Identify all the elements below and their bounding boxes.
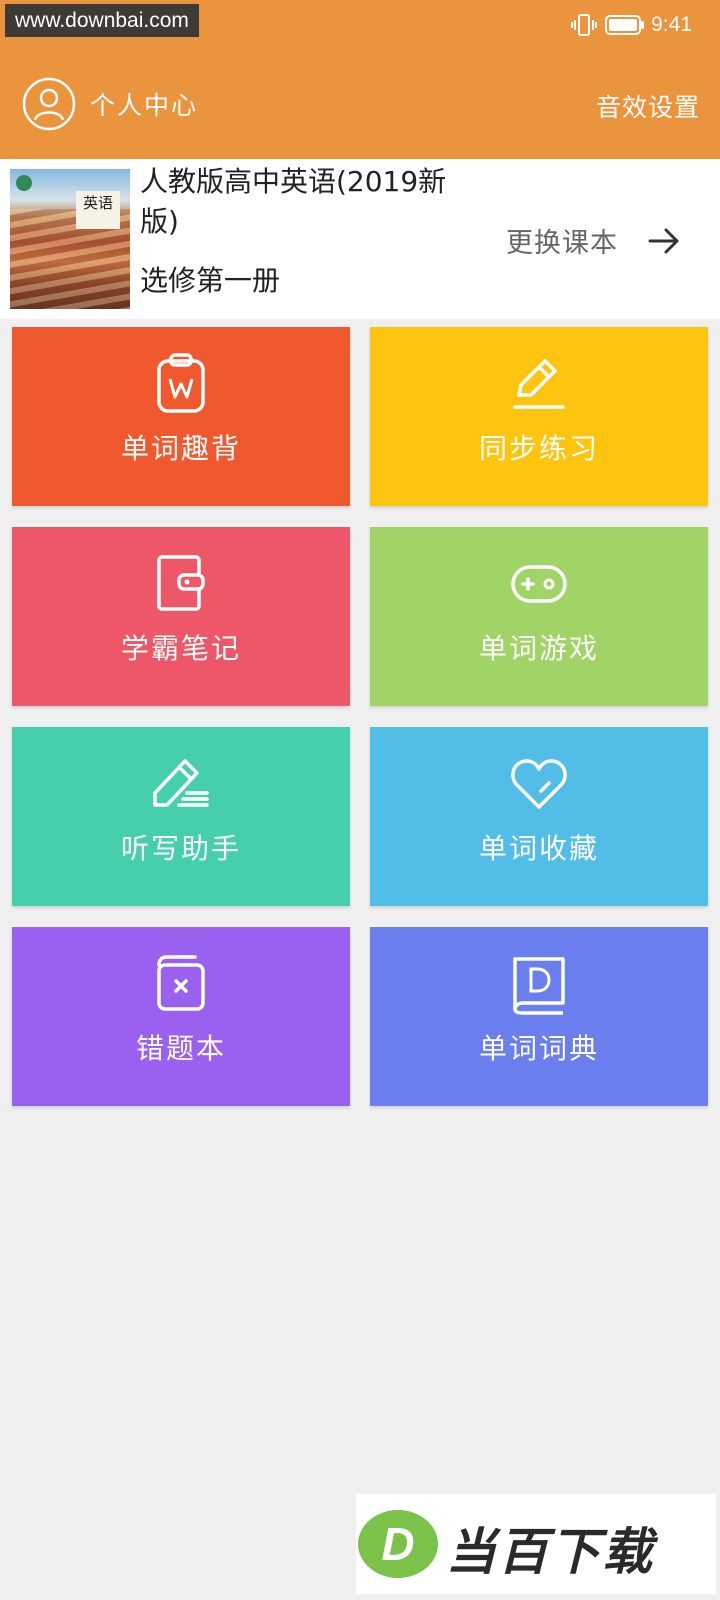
heart-icon	[511, 759, 567, 809]
dictionary-icon	[513, 957, 565, 1015]
tile-label: 单词收藏	[478, 832, 599, 865]
downbai-watermark: D 当百下载	[356, 1494, 716, 1594]
publisher-badge-icon	[16, 175, 32, 191]
tile-word-dictionary[interactable]: 单词词典	[370, 927, 708, 1106]
tile-word-favorites[interactable]: 单词收藏	[370, 727, 708, 906]
tile-mistake-book[interactable]: 错题本	[12, 927, 350, 1106]
clipboard-w-icon	[157, 353, 205, 413]
book-volume: 选修第一册	[140, 264, 281, 297]
tile-label: 单词趣背	[120, 432, 241, 465]
app-header: www.downbai.com 9:41 个人中心 音效设置	[0, 0, 720, 159]
watermark-text: 当百下载	[446, 1523, 654, 1581]
downbai-logo: D	[358, 1510, 438, 1578]
tile-label: 错题本	[135, 1032, 226, 1065]
tile-word-memorize[interactable]: 单词趣背	[12, 327, 350, 506]
tile-label: 单词词典	[478, 1032, 599, 1065]
logo-letter: D	[381, 1518, 414, 1570]
tile-label: 学霸笔记	[120, 632, 241, 665]
tile-dictation-helper[interactable]: 听写助手	[12, 727, 350, 906]
clock-time: 9:41	[651, 13, 692, 36]
tile-label: 单词游戏	[478, 632, 599, 665]
vibrate-icon	[571, 14, 598, 36]
gamepad-icon	[511, 565, 567, 603]
battery-icon	[605, 15, 645, 35]
arrow-right-icon	[648, 228, 679, 253]
cover-title: 英语	[76, 191, 120, 229]
tile-top-notes[interactable]: 学霸笔记	[12, 527, 350, 706]
tile-label: 同步练习	[478, 432, 599, 465]
user-avatar-icon	[22, 77, 76, 131]
personal-center-label: 个人中心	[90, 91, 199, 120]
change-textbook-label: 更换课本	[506, 228, 618, 259]
sound-settings-button[interactable]: 音效设置	[596, 88, 700, 124]
eraser-write-icon	[153, 759, 209, 807]
tile-word-games[interactable]: 单词游戏	[370, 527, 708, 706]
book-cover-image: 英语	[10, 169, 130, 309]
change-textbook-button[interactable]: 更换课本	[506, 221, 682, 260]
notebook-icon	[157, 555, 205, 611]
error-book-icon	[157, 955, 205, 1011]
tile-sync-practice[interactable]: 同步练习	[370, 327, 708, 506]
tile-label: 听写助手	[120, 832, 241, 865]
book-title: 人教版高中英语(2019新版)	[140, 165, 447, 238]
app-screen: www.downbai.com 9:41 个人中心 音效设置 英语 人教版高中英…	[0, 0, 720, 1600]
watermark-banner: www.downbai.com	[5, 4, 199, 37]
pencil-icon	[513, 359, 565, 409]
personal-center-button[interactable]: 个人中心	[22, 77, 198, 131]
status-bar: 9:41	[571, 12, 692, 38]
